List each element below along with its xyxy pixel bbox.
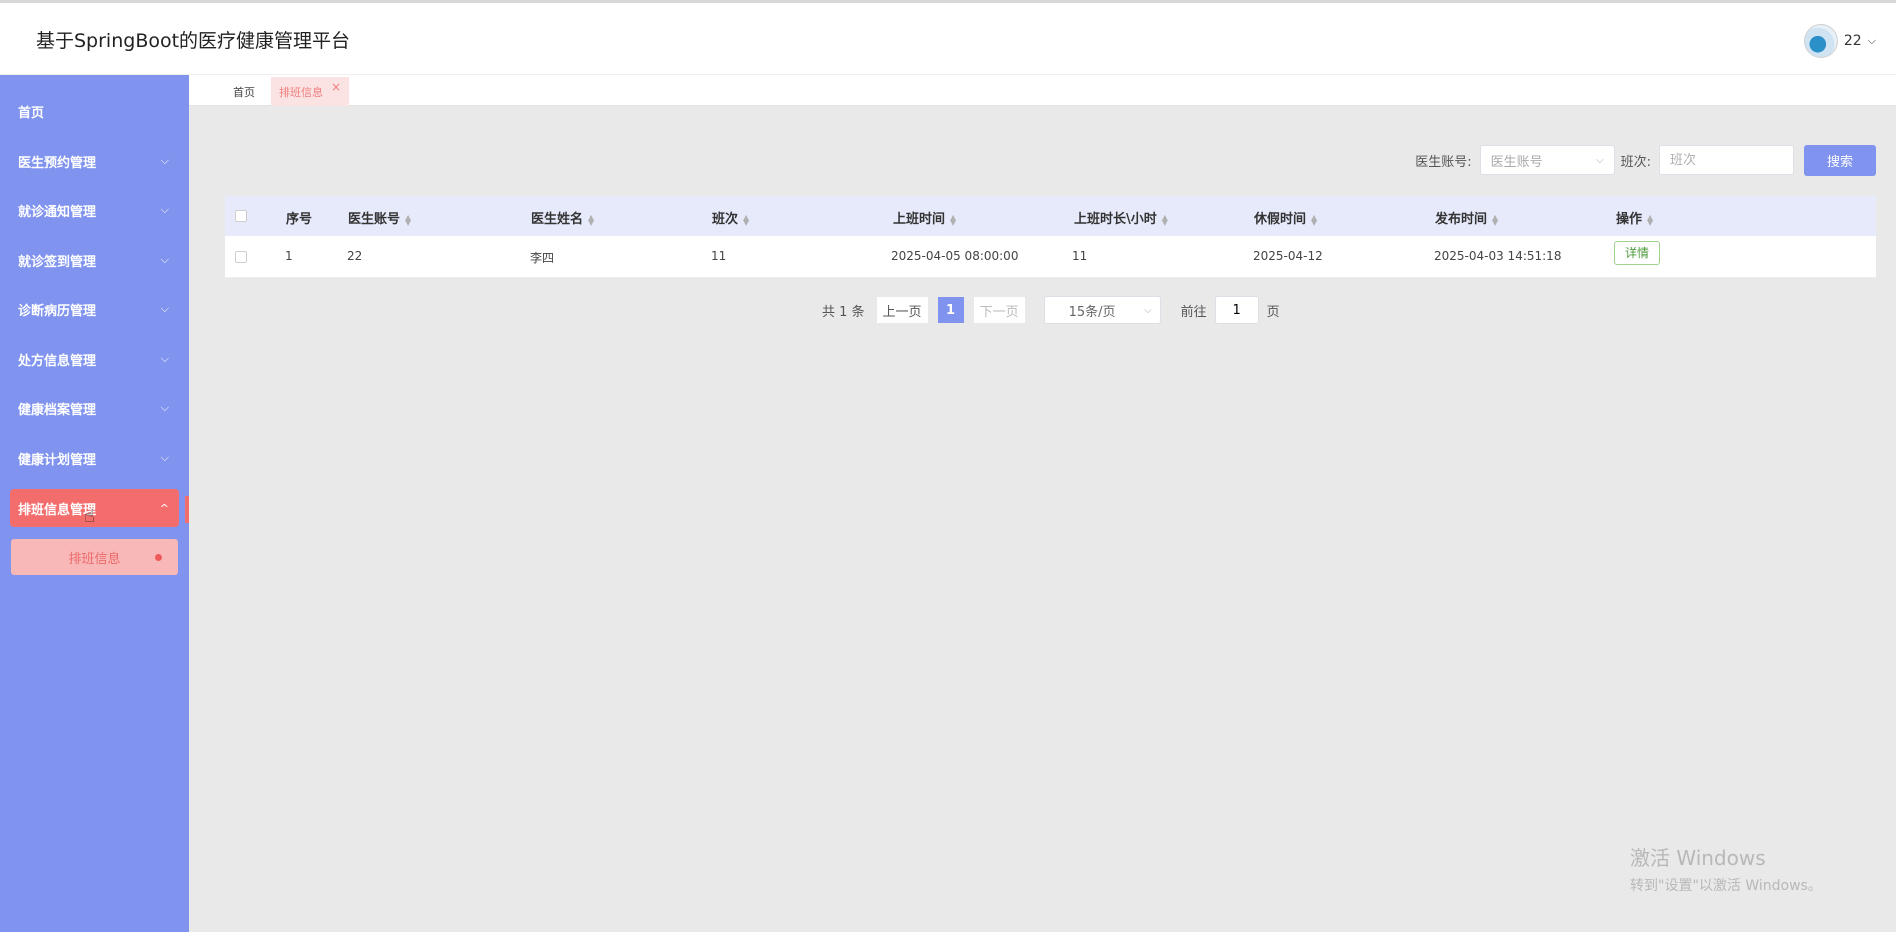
chevron-down-icon: ⌵ — [160, 154, 169, 167]
sort-icon: ▲ ▼ — [588, 212, 595, 227]
tab-label: 首页 — [233, 85, 255, 99]
tab-bar: 首页 排班信息 × — [189, 75, 1896, 106]
detail-button[interactable]: 详情 — [1614, 241, 1661, 265]
column-header[interactable]: 发布时间 ▲ ▼ — [1435, 208, 1498, 227]
sidebar-item-label: 健康计划管理 — [18, 452, 97, 468]
page-suffix: 页 — [1266, 304, 1280, 320]
column-header[interactable]: 医生账号 ▲ ▼ — [348, 208, 411, 227]
active-menu-marker — [185, 496, 189, 523]
sidebar-item-diagnosis[interactable]: 诊断病历管理 ⌵ — [10, 290, 179, 328]
column-header[interactable]: 上班时间 ▲ ▼ — [893, 208, 956, 227]
close-icon[interactable]: × — [331, 80, 341, 94]
cell-publish-time: 2025-04-03 14:51:18 — [1434, 249, 1562, 263]
schedule-table: 序号 医生账号 ▲ ▼ 医生姓名 ▲ ▼ 班次 ▲ ▼ 上班时间 ▲ ▼ 上班时长\小时 ▲ ▼ 休… — [225, 196, 1876, 278]
sidebar-item-health-plan[interactable]: 健康计划管理 ⌵ — [10, 439, 179, 477]
doctor-account-label: 医生账号: — [1415, 154, 1472, 170]
app-title: 基于SpringBoot的医疗健康管理平台 — [36, 30, 351, 52]
sort-icon: ▲ ▼ — [1492, 212, 1499, 227]
user-name: 22 — [1843, 33, 1862, 49]
sidebar-item-label: 处方信息管理 — [18, 353, 97, 369]
select-all-checkbox[interactable] — [235, 210, 247, 222]
sidebar: 首页 医生预约管理 ⌵ 就诊通知管理 ⌵ 就诊签到管理 ⌵ 诊断病历管理 ⌵ 处… — [0, 75, 189, 932]
pagination-total: 共 1 条 — [822, 304, 865, 320]
column-header[interactable]: 操作 ▲ ▼ — [1616, 208, 1653, 227]
search-form: 医生账号: 医生账号 ⌵ 班次: 搜索 — [1415, 144, 1876, 176]
shift-input[interactable] — [1659, 145, 1794, 175]
table-row: 1 22 李四 11 2025-04-05 08:00:00 11 2025-0… — [225, 236, 1876, 278]
row-checkbox[interactable] — [235, 251, 247, 263]
watermark-subtitle: 转到"设置"以激活 Windows。 — [1630, 878, 1822, 894]
column-header: 序号 — [286, 212, 313, 227]
doctor-account-select[interactable]: 医生账号 ⌵ — [1479, 145, 1615, 175]
column-header[interactable]: 医生姓名 ▲ ▼ — [531, 208, 594, 227]
sort-icon: ▲ ▼ — [1311, 212, 1318, 227]
chevron-down-icon: ⌵ — [160, 352, 169, 365]
pagination: 共 1 条 上一页 1 下一页 15条/页 ⌵ 前往 页 — [822, 296, 1280, 324]
cell-shift: 11 — [711, 249, 727, 263]
sort-icon: ▲ ▼ — [405, 212, 412, 227]
sidebar-item-prescription[interactable]: 处方信息管理 ⌵ — [10, 340, 179, 378]
cell-hours: 11 — [1072, 249, 1088, 263]
goto-page-input[interactable] — [1214, 296, 1259, 324]
cell-index: 1 — [285, 249, 293, 263]
chevron-down-icon: ⌵ — [1143, 304, 1152, 316]
sidebar-item-notification[interactable]: 就诊通知管理 ⌵ — [10, 191, 179, 229]
user-menu[interactable]: 22 ⌵ — [1803, 24, 1876, 58]
sort-icon: ▲ ▼ — [1647, 212, 1654, 227]
column-header[interactable]: 班次 ▲ ▼ — [712, 208, 749, 227]
table-header: 序号 医生账号 ▲ ▼ 医生姓名 ▲ ▼ 班次 ▲ ▼ 上班时间 ▲ ▼ 上班时长\小时 ▲ ▼ 休… — [225, 196, 1876, 236]
submenu-item-label: 排班信息 — [68, 551, 121, 567]
cell-doctor-name: 李四 — [530, 251, 555, 265]
sort-icon: ▲ ▼ — [743, 212, 750, 227]
sidebar-item-label: 就诊签到管理 — [18, 254, 97, 270]
page-size-select[interactable]: 15条/页 ⌵ — [1043, 296, 1161, 324]
user-avatar[interactable] — [1803, 24, 1838, 58]
windows-activation-watermark: 激活 Windows 转到"设置"以激活 Windows。 — [1630, 842, 1822, 895]
sort-icon: ▲ ▼ — [1161, 212, 1168, 227]
shift-label: 班次: — [1620, 154, 1651, 170]
search-button[interactable]: 搜索 — [1804, 144, 1876, 176]
column-header[interactable]: 上班时长\小时 ▲ ▼ — [1074, 208, 1168, 227]
cell-start-time: 2025-04-05 08:00:00 — [891, 249, 1019, 263]
chevron-up-icon: ^ — [159, 501, 169, 515]
hand-cursor-icon: ☝ — [84, 506, 95, 527]
sidebar-item-label: 就诊通知管理 — [18, 204, 97, 220]
next-page-button[interactable]: 下一页 — [973, 297, 1025, 323]
chevron-down-icon: ⌵ — [160, 203, 169, 216]
chevron-down-icon: ⌵ — [1596, 154, 1604, 166]
chevron-down-icon: ⌵ — [160, 302, 169, 315]
submenu-item-schedule-info[interactable]: 排班信息 — [11, 539, 178, 575]
sidebar-item-home[interactable]: 首页 — [10, 92, 179, 130]
sort-icon: ▲ ▼ — [950, 212, 957, 227]
cell-leave-time: 2025-04-12 — [1253, 249, 1323, 263]
sidebar-item-label: 医生预约管理 — [18, 155, 97, 171]
sidebar-item-health-record[interactable]: 健康档案管理 ⌵ — [10, 389, 179, 427]
cell-doctor-account: 22 — [347, 249, 363, 263]
column-header[interactable]: 休假时间 ▲ ▼ — [1254, 208, 1317, 227]
app-header: 基于SpringBoot的医疗健康管理平台 22 ⌵ — [0, 3, 1896, 75]
sidebar-item-label: 健康档案管理 — [18, 402, 97, 418]
page-size-value: 15条/页 — [1068, 304, 1116, 320]
chevron-down-icon: ⌵ — [160, 451, 169, 464]
chevron-down-icon: ⌵ — [1867, 34, 1876, 47]
goto-label: 前往 — [1180, 304, 1207, 320]
chevron-down-icon: ⌵ — [160, 253, 169, 266]
sidebar-item-appointment[interactable]: 医生预约管理 ⌵ — [10, 142, 179, 180]
watermark-title: 激活 Windows — [1630, 846, 1766, 870]
page-number-button[interactable]: 1 — [937, 297, 964, 323]
tab-home[interactable]: 首页 — [233, 77, 255, 106]
sidebar-item-label: 首页 — [18, 105, 45, 121]
tab-label: 排班信息 — [279, 85, 323, 99]
prev-page-button[interactable]: 上一页 — [876, 297, 928, 323]
sidebar-item-checkin[interactable]: 就诊签到管理 ⌵ — [10, 241, 179, 279]
tab-schedule-info[interactable]: 排班信息 × — [271, 77, 350, 106]
active-dot-icon — [155, 554, 162, 561]
chevron-down-icon: ⌵ — [160, 401, 169, 414]
sidebar-item-label: 诊断病历管理 — [18, 303, 97, 319]
select-placeholder: 医生账号 — [1490, 154, 1543, 170]
